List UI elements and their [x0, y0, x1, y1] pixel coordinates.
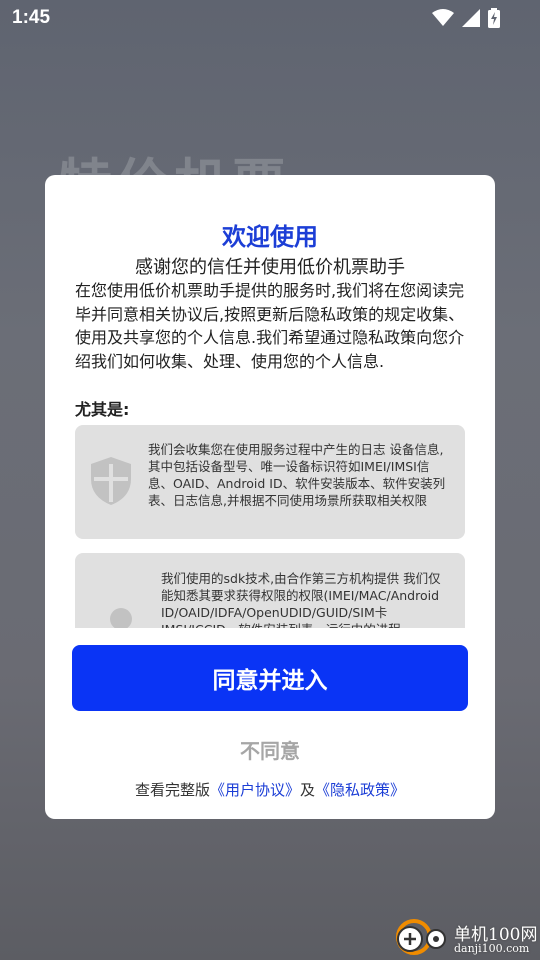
info-card-text: 我们会收集您在使用服务过程中产生的日志 设备信息,其中包括设备型号、唯一设备标识…: [148, 442, 446, 508]
agreement-links: 查看完整版《用户协议》及《隐私政策》: [45, 779, 495, 800]
agree-button[interactable]: 同意并进入: [72, 645, 468, 711]
info-card-sdk: 我们使用的sdk技术,由合作第三方机构提供 我们仅能知悉其要求获得权限的权限(I…: [75, 553, 465, 628]
shield-icon: [91, 457, 131, 505]
especially-label: 尤其是:: [75, 400, 130, 419]
dialog-subtitle: 感谢您的信任并使用低价机票助手: [135, 257, 405, 278]
privacy-dialog: 欢迎使用 感谢您的信任并使用低价机票助手 在您使用低价机票助手提供的服务时,我们…: [45, 175, 495, 819]
watermark-logo: [396, 919, 446, 955]
status-icons: [432, 8, 500, 28]
info-card-logs: 我们会收集您在使用服务过程中产生的日志 设备信息,其中包括设备型号、唯一设备标识…: [75, 425, 465, 539]
status-time: 1:45: [12, 7, 51, 28]
battery-charging-icon: [488, 8, 500, 28]
user-icon: [110, 608, 132, 628]
links-prefix: 查看完整版: [134, 781, 210, 799]
links-and: 及: [300, 781, 316, 799]
signal-icon: [462, 9, 480, 27]
status-bar: 1:45: [0, 0, 540, 36]
background-app-title: 特价机票: [58, 140, 290, 180]
dialog-title: 欢迎使用: [222, 223, 318, 251]
permissions-scroll-area[interactable]: 我们会收集您在使用服务过程中产生的日志 设备信息,其中包括设备型号、唯一设备标识…: [75, 425, 465, 628]
dialog-body: 在您使用低价机票助手提供的服务时,我们将在您阅读完毕并同意相关协议后,按照更新后…: [75, 281, 465, 371]
watermark: 单机100网 danji100.com: [390, 912, 540, 960]
privacy-policy-link[interactable]: 《隐私政策》: [315, 781, 405, 799]
wifi-icon: [432, 9, 454, 26]
info-card-text: 我们使用的sdk技术,由合作第三方机构提供 我们仅能知悉其要求获得权限的权限(I…: [161, 571, 441, 628]
disagree-button[interactable]: 不同意: [45, 735, 495, 764]
watermark-url: danji100.com: [454, 942, 530, 955]
user-agreement-link[interactable]: 《用户协议》: [210, 781, 300, 799]
